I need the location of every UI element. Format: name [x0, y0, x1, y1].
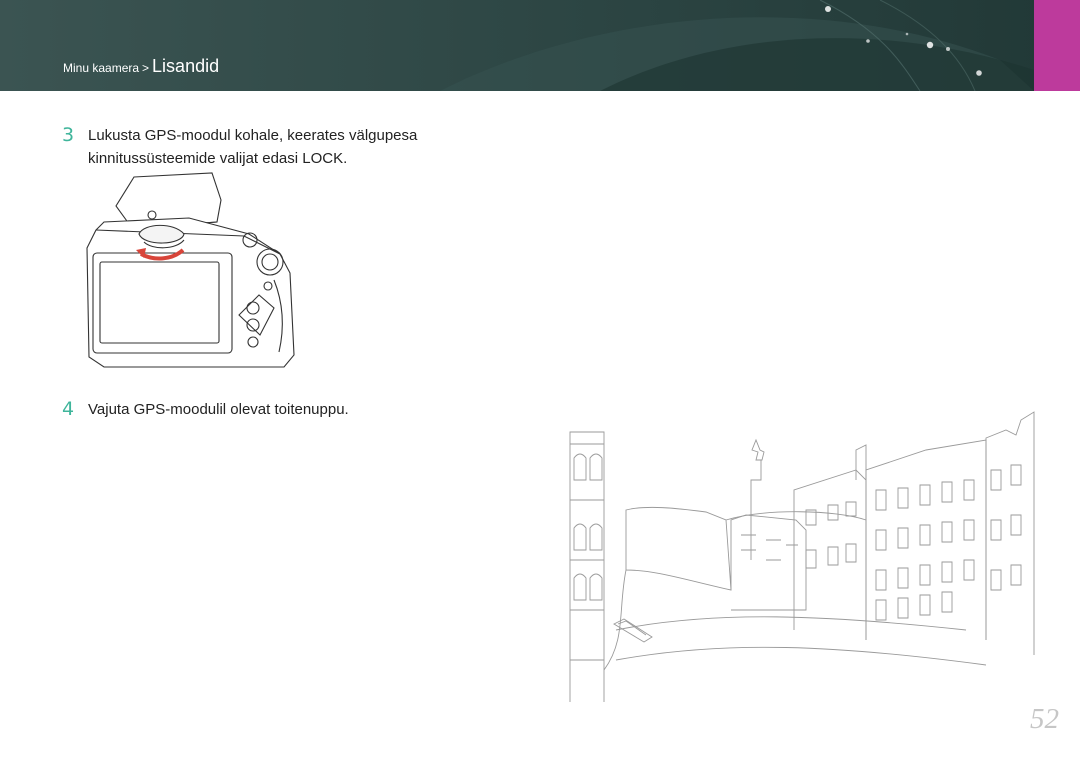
- step-text: Vajuta GPS-moodulil olevat toitenuppu.: [88, 398, 349, 421]
- step-line: kinnitussüsteemide valijat edasi LOCK.: [88, 150, 348, 167]
- breadcrumb-parent[interactable]: Minu kaamera: [63, 61, 139, 75]
- breadcrumb-separator: >: [142, 61, 150, 75]
- step-number: 4: [62, 398, 75, 420]
- header-decoration: [440, 0, 1034, 91]
- breadcrumb: Minu kaamera > Lisandid: [63, 56, 219, 77]
- step-line: Vajuta GPS-moodulil olevat toitenuppu.: [88, 401, 349, 418]
- page-header: Minu kaamera > Lisandid: [0, 0, 1080, 91]
- city-canal-sketch-icon: [569, 411, 1035, 702]
- breadcrumb-current: Lisandid: [152, 56, 220, 76]
- step-line: Lukusta GPS-moodul kohale, keerates välg…: [88, 127, 418, 144]
- step-number: 3: [62, 124, 75, 146]
- chapter-tab-accent[interactable]: [1034, 0, 1080, 91]
- page-number: 52: [1030, 703, 1059, 735]
- camera-gps-module-icon: [86, 172, 295, 368]
- step-text: Lukusta GPS-moodul kohale, keerates välg…: [88, 124, 417, 170]
